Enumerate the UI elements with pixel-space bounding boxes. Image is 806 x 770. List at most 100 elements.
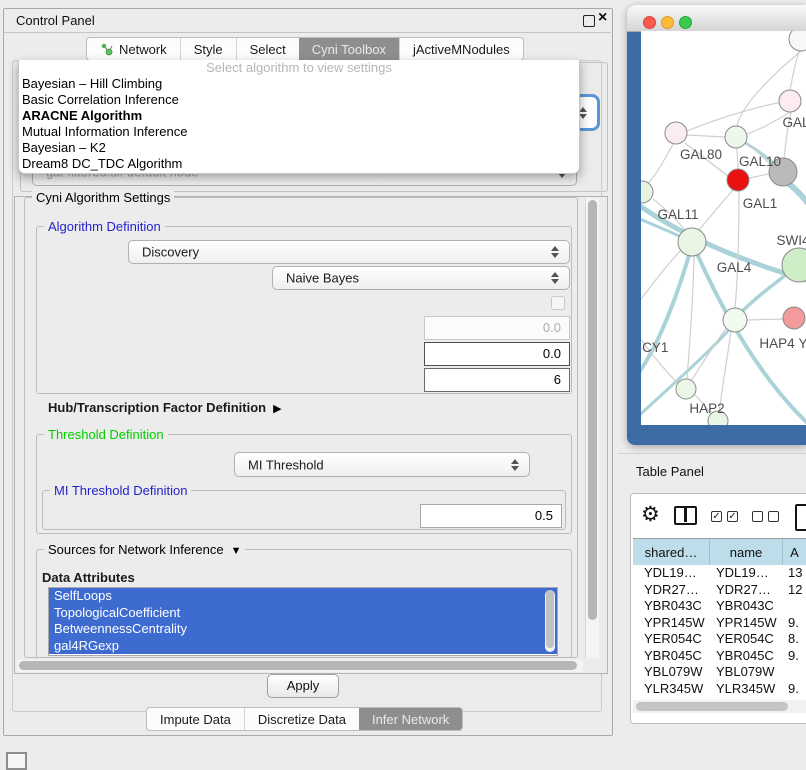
table-row[interactable]: YBR045CYBR045C9. — [633, 648, 806, 665]
which-threshold-combobox[interactable]: MI Threshold — [234, 452, 530, 477]
kernel-width-field[interactable]: 0.0 — [424, 316, 570, 340]
manual-kernel-checkbox[interactable] — [551, 296, 565, 310]
cell-name[interactable]: YDL19… — [710, 565, 783, 582]
cell-shared[interactable]: YBL079W — [633, 664, 710, 681]
cell-shared[interactable]: YDR27… — [633, 582, 710, 599]
scrollbar-thumb[interactable] — [636, 702, 788, 711]
table-row[interactable]: YBL079WYBL079W — [633, 664, 806, 681]
cell-value[interactable]: 8. — [783, 631, 806, 648]
list-item[interactable]: SelfLoops — [49, 588, 557, 605]
column-header[interactable]: shared… — [633, 539, 710, 565]
list-vertical-scrollbar[interactable] — [545, 590, 555, 652]
column-header[interactable]: A — [783, 539, 806, 565]
tab-select[interactable]: Select — [236, 38, 299, 60]
mi-threshold-field[interactable]: 0.5 — [420, 504, 562, 528]
aracne-mode-combobox[interactable]: Discovery — [128, 240, 570, 264]
table-row[interactable]: YPR145WYPR145W9. — [633, 615, 806, 632]
tab-infer-network[interactable]: Infer Network — [359, 708, 462, 730]
mi-type-combobox[interactable]: Naive Bayes — [272, 266, 570, 290]
cell-value[interactable]: 9. — [783, 681, 806, 698]
deselect-checkbox-icon[interactable] — [768, 511, 779, 522]
table-row[interactable]: YDR27…YDR27…12 — [633, 582, 806, 599]
tab-cyni-toolbox-label: Cyni Toolbox — [312, 42, 386, 57]
network-node[interactable] — [727, 169, 749, 191]
tab-impute-data[interactable]: Impute Data — [147, 708, 244, 730]
select-all-checkbox-icon[interactable]: ✓ — [727, 511, 738, 522]
cell-name[interactable]: YPR145W — [710, 615, 783, 632]
close-traffic-light-icon[interactable] — [643, 16, 656, 29]
cell-value[interactable]: 13 — [783, 565, 806, 582]
gear-icon[interactable]: ⚙ — [641, 502, 660, 527]
list-item[interactable]: gal4RGexp — [49, 638, 557, 655]
network-window-titlebar[interactable] — [627, 5, 806, 32]
close-icon[interactable]: × — [598, 9, 607, 27]
network-node[interactable] — [725, 126, 747, 148]
cell-shared[interactable]: YER054C — [633, 631, 710, 648]
popup-item[interactable]: Dream8 DC_TDC Algorithm — [19, 156, 579, 172]
split-columns-icon[interactable] — [674, 506, 697, 525]
network-node[interactable] — [678, 228, 706, 256]
table-row[interactable]: YBR043CYBR043C — [633, 598, 806, 615]
table-horizontal-scrollbar[interactable] — [633, 700, 806, 713]
cell-name[interactable]: YER054C — [710, 631, 783, 648]
network-node[interactable] — [789, 31, 806, 51]
cell-value[interactable] — [783, 664, 806, 681]
tab-style[interactable]: Style — [180, 38, 236, 60]
list-item[interactable]: BetweennessCentrality — [49, 621, 557, 638]
scrollbar-thumb[interactable] — [546, 590, 554, 648]
hub-definition-header[interactable]: Hub/Transcription Factor Definition▶ — [48, 400, 282, 415]
deselect-checkbox-icon[interactable] — [752, 511, 763, 522]
tab-discretize-data[interactable]: Discretize Data — [244, 708, 359, 730]
cell-name[interactable]: YLR345W — [710, 681, 783, 698]
cell-value[interactable] — [783, 598, 806, 615]
popup-item[interactable]: Bayesian – Hill Climbing — [19, 76, 579, 92]
mi-steps-field[interactable]: 6 — [424, 368, 570, 392]
column-header[interactable]: name — [710, 539, 783, 565]
network-node[interactable] — [665, 122, 687, 144]
cell-name[interactable]: YBL079W — [710, 664, 783, 681]
settings-horizontal-scrollbar[interactable] — [17, 660, 583, 672]
apply-button[interactable]: Apply — [267, 674, 339, 698]
popup-item[interactable]: Mutual Information Inference — [19, 124, 579, 140]
cell-shared[interactable]: YPR145W — [633, 615, 710, 632]
popup-item-selected[interactable]: ARACNE Algorithm — [19, 108, 579, 124]
tab-network[interactable]: Network — [87, 38, 180, 60]
cell-value[interactable]: 9. — [783, 615, 806, 632]
tab-cyni-toolbox[interactable]: Cyni Toolbox — [299, 38, 399, 60]
table-row[interactable]: YLR345WYLR345W9. — [633, 681, 806, 698]
table-row[interactable]: YDL19…YDL19…13 — [633, 565, 806, 582]
cell-name[interactable]: YBR045C — [710, 648, 783, 665]
network-node[interactable] — [779, 90, 801, 112]
network-node[interactable] — [783, 307, 805, 329]
popup-item[interactable]: Bayesian – K2 — [19, 140, 579, 156]
page-icon[interactable] — [795, 504, 806, 531]
network-canvas[interactable]: GAL GAL80 GAL10 GAL1 GAL11 GAL4 SWI4 HAP… — [641, 31, 806, 425]
cell-name[interactable]: YDR27… — [710, 582, 783, 599]
combo-spinner-icon — [579, 107, 587, 119]
minimize-traffic-light-icon[interactable] — [661, 16, 674, 29]
cell-value[interactable]: 9. — [783, 648, 806, 665]
network-nodes — [641, 31, 806, 425]
scrollbar-thumb[interactable] — [588, 200, 597, 620]
cell-shared[interactable]: YDL19… — [633, 565, 710, 582]
select-all-checkbox-icon[interactable]: ✓ — [711, 511, 722, 522]
scrollbar-thumb[interactable] — [19, 661, 577, 670]
settings-vertical-scrollbar[interactable] — [585, 198, 599, 658]
cell-shared[interactable]: YBR043C — [633, 598, 710, 615]
network-node[interactable] — [641, 181, 653, 203]
dpi-tolerance-field[interactable]: 0.0 — [424, 342, 570, 366]
table-row[interactable]: YER054CYER054C8. — [633, 631, 806, 648]
cell-shared[interactable]: YLR345W — [633, 681, 710, 698]
tab-jactivemnodules[interactable]: jActiveMNodules — [399, 38, 523, 60]
cell-shared[interactable]: YBR045C — [633, 648, 710, 665]
sources-header[interactable]: Sources for Network Inference▼ — [44, 542, 245, 557]
list-item[interactable]: TopologicalCoefficient — [49, 605, 557, 622]
network-node[interactable] — [723, 308, 747, 332]
zoom-traffic-light-icon[interactable] — [679, 16, 692, 29]
cell-value[interactable]: 12 — [783, 582, 806, 599]
cell-name[interactable]: YBR043C — [710, 598, 783, 615]
minimized-panel-icon[interactable] — [6, 752, 27, 770]
popup-item[interactable]: Basic Correlation Inference — [19, 92, 579, 108]
float-window-icon[interactable] — [583, 15, 595, 27]
network-node[interactable] — [676, 379, 696, 399]
